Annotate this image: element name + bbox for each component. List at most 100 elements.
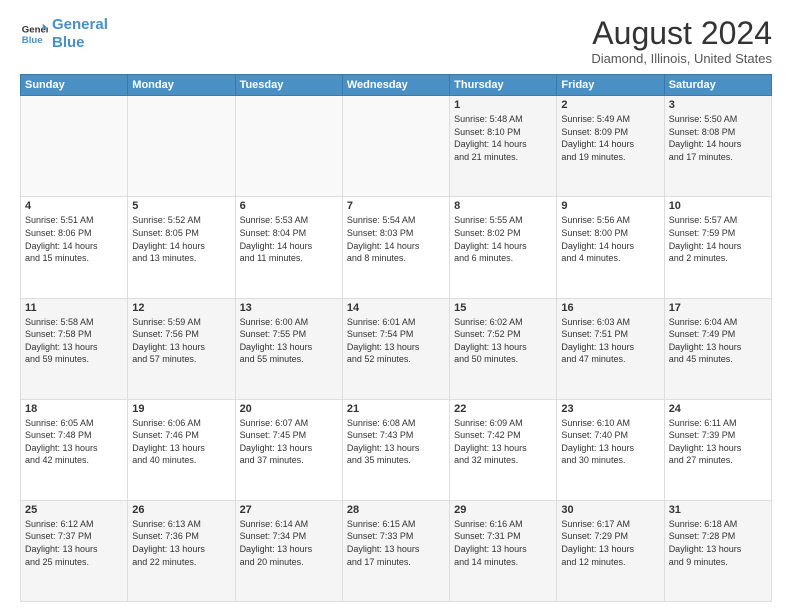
day-number: 30 (561, 504, 659, 516)
header-row: SundayMondayTuesdayWednesdayThursdayFrid… (21, 75, 772, 96)
calendar-cell (342, 96, 449, 197)
calendar-cell: 15Sunrise: 6:02 AMSunset: 7:52 PMDayligh… (450, 298, 557, 399)
day-number: 12 (132, 302, 230, 314)
day-number: 22 (454, 403, 552, 415)
day-info: Sunrise: 6:11 AMSunset: 7:39 PMDaylight:… (669, 417, 767, 467)
calendar-cell: 17 Sunrise: 6:04 AMSunset: 7:49 PMDayligh… (664, 298, 771, 399)
calendar-cell: 6 Sunrise: 5:53 AMSunset: 8:04 PMDaylight… (235, 197, 342, 298)
calendar-week-2: 11Sunrise: 5:58 AMSunset: 7:58 PMDayligh… (21, 298, 772, 399)
day-info: Sunrise: 6:01 AMSunset: 7:54 PMDaylight:… (347, 316, 445, 366)
day-info: Sunrise: 6:05 AMSunset: 7:48 PMDaylight:… (25, 417, 123, 467)
day-info: Sunrise: 6:04 AMSunset: 7:49 PMDaylight:… (669, 316, 767, 366)
logo-text: General Blue (52, 16, 108, 52)
calendar-cell (21, 96, 128, 197)
calendar-week-1: 4 Sunrise: 5:51 AMSunset: 8:06 PMDaylight… (21, 197, 772, 298)
day-number: 27 (240, 504, 338, 516)
logo-general: General (52, 16, 108, 33)
calendar-cell: 18 Sunrise: 6:05 AMSunset: 7:48 PMDayligh… (21, 399, 128, 500)
day-info: Sunrise: 6:02 AMSunset: 7:52 PMDaylight:… (454, 316, 552, 366)
header: General Blue General Blue August 2024 Di… (20, 16, 772, 66)
calendar-cell: 9Sunrise: 5:56 AMSunset: 8:00 PMDaylight… (557, 197, 664, 298)
day-info: Sunrise: 6:18 AMSunset: 7:28 PMDaylight:… (669, 518, 767, 568)
day-info: Sunrise: 5:48 AMSunset: 8:10 PMDaylight:… (454, 113, 552, 163)
calendar-cell: 8 Sunrise: 5:55 AMSunset: 8:02 PMDaylight… (450, 197, 557, 298)
day-number: 23 (561, 403, 659, 415)
title-block: August 2024 Diamond, Illinois, United St… (591, 16, 772, 66)
calendar-week-0: 1 Sunrise: 5:48 AMSunset: 8:10 PMDaylight… (21, 96, 772, 197)
day-number: 16 (561, 302, 659, 314)
day-number: 2 (561, 99, 659, 111)
header-day-monday: Monday (128, 75, 235, 96)
header-day-thursday: Thursday (450, 75, 557, 96)
day-number: 14 (347, 302, 445, 314)
day-number: 17 (669, 302, 767, 314)
day-number: 5 (132, 200, 230, 212)
day-info: Sunrise: 6:03 AMSunset: 7:51 PMDaylight:… (561, 316, 659, 366)
day-info: Sunrise: 6:16 AMSunset: 7:31 PMDaylight:… (454, 518, 552, 568)
calendar-cell: 27 Sunrise: 6:14 AMSunset: 7:34 PMDayligh… (235, 500, 342, 601)
calendar-cell: 28Sunrise: 6:15 AMSunset: 7:33 PMDayligh… (342, 500, 449, 601)
day-info: Sunrise: 5:57 AMSunset: 7:59 PMDaylight:… (669, 214, 767, 264)
header-day-sunday: Sunday (21, 75, 128, 96)
subtitle: Diamond, Illinois, United States (591, 51, 772, 66)
calendar-cell: 21 Sunrise: 6:08 AMSunset: 7:43 PMDayligh… (342, 399, 449, 500)
calendar-cell: 29 Sunrise: 6:16 AMSunset: 7:31 PMDayligh… (450, 500, 557, 601)
calendar-cell: 10 Sunrise: 5:57 AMSunset: 7:59 PMDayligh… (664, 197, 771, 298)
day-info: Sunrise: 6:14 AMSunset: 7:34 PMDaylight:… (240, 518, 338, 568)
day-number: 25 (25, 504, 123, 516)
header-day-tuesday: Tuesday (235, 75, 342, 96)
day-number: 29 (454, 504, 552, 516)
day-number: 6 (240, 200, 338, 212)
day-number: 21 (347, 403, 445, 415)
day-number: 26 (132, 504, 230, 516)
header-day-wednesday: Wednesday (342, 75, 449, 96)
day-number: 4 (25, 200, 123, 212)
calendar-cell: 4 Sunrise: 5:51 AMSunset: 8:06 PMDaylight… (21, 197, 128, 298)
day-number: 18 (25, 403, 123, 415)
calendar-week-4: 25 Sunrise: 6:12 AMSunset: 7:37 PMDayligh… (21, 500, 772, 601)
day-info: Sunrise: 6:00 AMSunset: 7:55 PMDaylight:… (240, 316, 338, 366)
calendar-cell: 5 Sunrise: 5:52 AMSunset: 8:05 PMDaylight… (128, 197, 235, 298)
day-info: Sunrise: 5:53 AMSunset: 8:04 PMDaylight:… (240, 214, 338, 264)
calendar-cell: 7Sunrise: 5:54 AMSunset: 8:03 PMDaylight… (342, 197, 449, 298)
calendar-cell: 12Sunrise: 5:59 AMSunset: 7:56 PMDayligh… (128, 298, 235, 399)
day-info: Sunrise: 6:10 AMSunset: 7:40 PMDaylight:… (561, 417, 659, 467)
day-info: Sunrise: 6:08 AMSunset: 7:43 PMDaylight:… (347, 417, 445, 467)
day-number: 9 (561, 200, 659, 212)
day-number: 13 (240, 302, 338, 314)
calendar-cell: 26Sunrise: 6:13 AMSunset: 7:36 PMDayligh… (128, 500, 235, 601)
calendar-cell (128, 96, 235, 197)
calendar-cell: 30 Sunrise: 6:17 AMSunset: 7:29 PMDayligh… (557, 500, 664, 601)
day-number: 24 (669, 403, 767, 415)
day-number: 31 (669, 504, 767, 516)
calendar-cell (235, 96, 342, 197)
calendar-table: SundayMondayTuesdayWednesdayThursdayFrid… (20, 74, 772, 602)
calendar-cell: 13 Sunrise: 6:00 AMSunset: 7:55 PMDayligh… (235, 298, 342, 399)
calendar-header: SundayMondayTuesdayWednesdayThursdayFrid… (21, 75, 772, 96)
day-number: 3 (669, 99, 767, 111)
day-number: 10 (669, 200, 767, 212)
logo: General Blue General Blue (20, 16, 108, 52)
calendar-cell: 16 Sunrise: 6:03 AMSunset: 7:51 PMDayligh… (557, 298, 664, 399)
day-info: Sunrise: 5:58 AMSunset: 7:58 PMDaylight:… (25, 316, 123, 366)
logo-blue: Blue (52, 34, 85, 51)
calendar-cell: 14 Sunrise: 6:01 AMSunset: 7:54 PMDayligh… (342, 298, 449, 399)
day-number: 28 (347, 504, 445, 516)
day-info: Sunrise: 5:55 AMSunset: 8:02 PMDaylight:… (454, 214, 552, 264)
main-title: August 2024 (591, 16, 772, 51)
day-info: Sunrise: 5:52 AMSunset: 8:05 PMDaylight:… (132, 214, 230, 264)
calendar-cell: 1 Sunrise: 5:48 AMSunset: 8:10 PMDaylight… (450, 96, 557, 197)
day-info: Sunrise: 5:49 AMSunset: 8:09 PMDaylight:… (561, 113, 659, 163)
day-number: 1 (454, 99, 552, 111)
day-info: Sunrise: 6:17 AMSunset: 7:29 PMDaylight:… (561, 518, 659, 568)
calendar-week-3: 18 Sunrise: 6:05 AMSunset: 7:48 PMDayligh… (21, 399, 772, 500)
day-info: Sunrise: 6:12 AMSunset: 7:37 PMDaylight:… (25, 518, 123, 568)
day-number: 8 (454, 200, 552, 212)
day-info: Sunrise: 5:50 AMSunset: 8:08 PMDaylight:… (669, 113, 767, 163)
day-info: Sunrise: 5:51 AMSunset: 8:06 PMDaylight:… (25, 214, 123, 264)
logo-icon: General Blue (20, 20, 48, 48)
day-info: Sunrise: 5:54 AMSunset: 8:03 PMDaylight:… (347, 214, 445, 264)
calendar-cell: 23 Sunrise: 6:10 AMSunset: 7:40 PMDayligh… (557, 399, 664, 500)
day-number: 19 (132, 403, 230, 415)
calendar-cell: 3 Sunrise: 5:50 AMSunset: 8:08 PMDaylight… (664, 96, 771, 197)
